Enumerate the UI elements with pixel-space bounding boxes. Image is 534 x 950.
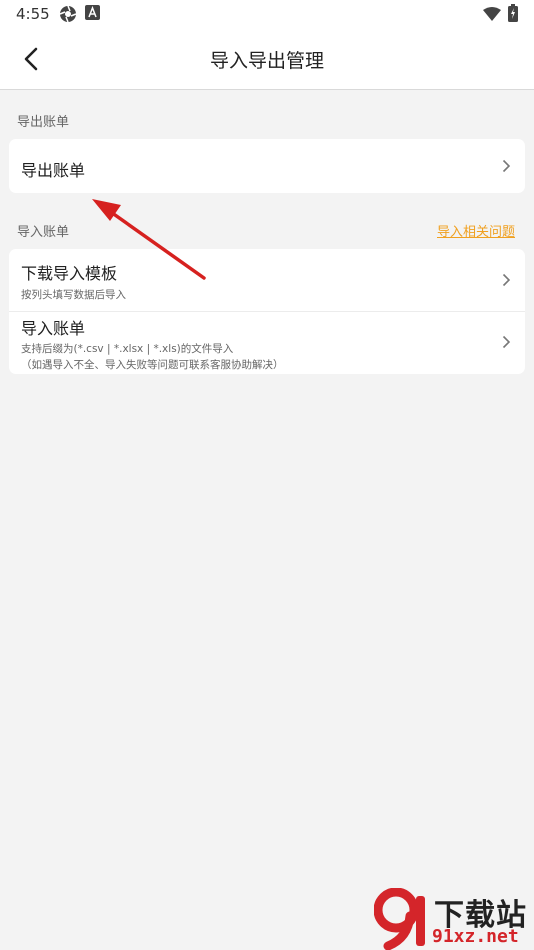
- import-section-label: 导入账单: [17, 225, 70, 240]
- export-card: 导出账单: [9, 139, 525, 193]
- watermark-bottom-text: 91xz.net: [432, 926, 519, 947]
- import-bill-desc-help: （如遇导入不全、导入失败等问题可联系客服协助解决）: [21, 359, 284, 371]
- export-section-label: 导出账单: [17, 115, 70, 130]
- page-title: 导入导出管理: [209, 50, 324, 72]
- download-template-title: 下载导入模板: [21, 264, 118, 283]
- chevron-right-icon: [502, 273, 511, 287]
- export-bill-row[interactable]: 导出账单: [9, 139, 525, 193]
- watermark: 下载站 91xz.net: [374, 888, 534, 950]
- aperture-icon: [59, 5, 77, 27]
- import-bill-row[interactable]: 导入账单 支持后缀为(*.csv | *.xlsx | *.xls)的文件导入 …: [9, 312, 525, 374]
- download-template-desc: 按列头填写数据后导入: [21, 289, 126, 301]
- nav-bar: 导入导出管理: [0, 28, 534, 90]
- import-bill-desc-formats: 支持后缀为(*.csv | *.xlsx | *.xls)的文件导入: [21, 343, 234, 355]
- chevron-right-icon: [502, 159, 511, 173]
- chevron-right-icon: [502, 335, 511, 349]
- status-bar: 4:55: [0, 0, 534, 28]
- 91-logo-icon: [374, 888, 425, 950]
- export-bill-title: 导出账单: [21, 161, 86, 180]
- wifi-icon: [483, 6, 501, 25]
- import-card: 下载导入模板 按列头填写数据后导入 导入账单 支持后缀为(*.csv | *.x…: [9, 249, 525, 374]
- a-badge-icon: [85, 5, 100, 24]
- battery-charging-icon: [508, 4, 518, 26]
- import-faq-link[interactable]: 导入相关问题: [437, 221, 515, 240]
- import-bill-title: 导入账单: [21, 319, 86, 338]
- download-template-row[interactable]: 下载导入模板 按列头填写数据后导入: [9, 249, 525, 311]
- status-time: 4:55: [16, 5, 50, 23]
